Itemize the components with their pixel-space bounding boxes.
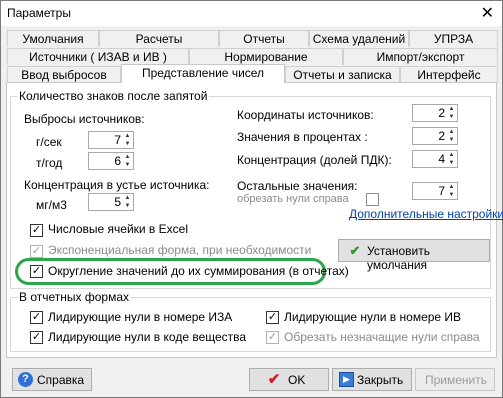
gsec-label: г/сек: [36, 135, 62, 149]
tab-defaults[interactable]: Умолчания: [7, 30, 99, 47]
exit-icon: ▶: [339, 372, 354, 387]
set-defaults-label: Установить умолчания: [367, 244, 430, 272]
coords-value: 2: [438, 106, 445, 120]
exp-form-checkbox[interactable]: ✓: [30, 245, 43, 258]
lead-zeros-iv-label: Лидирующие нули в номере ИВ: [284, 310, 462, 324]
mgm3-value: 5: [114, 195, 121, 209]
tab-regulation[interactable]: Нормирование: [189, 48, 343, 65]
gsec-spinner[interactable]: 7 ▲ ▼: [88, 131, 134, 149]
percent-label: Значения в процентах :: [237, 130, 368, 144]
title-bar: Параметры ✕: [1, 1, 502, 26]
tab-number-display[interactable]: Представление чисел: [121, 64, 285, 83]
gsec-value: 7: [114, 133, 121, 147]
pdk-label: Концентрация (долей ПДК):: [237, 153, 392, 167]
trim-insignificant-checkbox[interactable]: ✓: [266, 331, 279, 344]
set-defaults-button[interactable]: ✔ Установить умолчания: [338, 239, 490, 272]
tab-import-export[interactable]: Импорт/экспорт: [343, 48, 498, 65]
rounding-label: Округление значений до их суммирования (…: [48, 264, 349, 278]
lead-zeros-iza-label: Лидирующие нули в номере ИЗА: [48, 310, 233, 324]
window-title: Параметры: [7, 6, 71, 20]
tab-distance-scheme[interactable]: Схема удалений: [309, 30, 409, 47]
exp-form-label: Экспоненциальная форма, при необходимост…: [48, 243, 312, 257]
tyear-value: 6: [114, 154, 121, 168]
other-values-spinner[interactable]: 7 ▲ ▼: [412, 182, 458, 200]
lead-zeros-iza-checkbox[interactable]: ✓: [30, 311, 43, 324]
check-icon: ✔: [349, 243, 361, 258]
help-button[interactable]: ? Справка: [12, 368, 92, 391]
percent-spinner[interactable]: 2 ▲ ▼: [412, 127, 458, 145]
tab-reports[interactable]: Отчеты: [219, 30, 309, 47]
spinner-arrows-icon[interactable]: ▲ ▼: [123, 153, 132, 169]
spinner-arrows-icon[interactable]: ▲ ▼: [123, 194, 132, 210]
other-values-label: Остальные значения:: [237, 179, 358, 193]
emissions-label: Выбросы источников:: [24, 112, 145, 126]
tyear-spinner[interactable]: 6 ▲ ▼: [88, 152, 134, 170]
coords-label: Координаты источников:: [237, 108, 374, 122]
mgm3-spinner[interactable]: 5 ▲ ▼: [88, 193, 134, 211]
spinner-arrows-icon[interactable]: ▲ ▼: [123, 132, 132, 148]
help-label: Справка: [37, 373, 85, 387]
other-values-value: 7: [438, 184, 445, 198]
tab-interface[interactable]: Интерфейс: [400, 66, 498, 83]
tab-calculations[interactable]: Расчеты: [99, 30, 219, 47]
spinner-arrows-icon[interactable]: ▲ ▼: [447, 128, 456, 144]
ok-button[interactable]: ✔ OK: [249, 368, 329, 391]
check-icon: ✔: [267, 371, 281, 388]
coords-spinner[interactable]: 2 ▲ ▼: [412, 104, 458, 122]
spinner-arrows-icon[interactable]: ▲ ▼: [447, 105, 456, 121]
excel-label: Числовые ячейки в Excel: [48, 222, 188, 236]
percent-value: 2: [438, 129, 445, 143]
apply-label: Применить: [425, 373, 488, 387]
excel-checkbox[interactable]: ✓: [30, 224, 43, 237]
help-icon: ?: [18, 372, 33, 387]
lead-zeros-code-label: Лидирующие нули в коде вещества: [48, 330, 247, 344]
close-icon[interactable]: ✕: [481, 3, 494, 23]
trim-zeros-label: обрезать нули справа: [237, 193, 349, 205]
pdk-value: 4: [438, 152, 445, 166]
tab-reports-note[interactable]: Отчеты и записка: [285, 66, 400, 83]
rounding-checkbox[interactable]: ✓: [30, 265, 43, 278]
tab-uprza[interactable]: УПРЗА: [409, 30, 498, 47]
close-label: Закрыть: [357, 373, 404, 387]
lead-zeros-iv-checkbox[interactable]: ✓: [266, 311, 279, 324]
concentration-label: Концентрация в устье источника:: [24, 178, 210, 192]
reports-group-title: В отчетных формах: [17, 290, 131, 304]
apply-button[interactable]: Применить: [415, 368, 495, 391]
close-button[interactable]: ▶ Закрыть: [332, 368, 412, 391]
spinner-arrows-icon[interactable]: ▲ ▼: [447, 183, 456, 199]
pdk-spinner[interactable]: 4 ▲ ▼: [412, 150, 458, 168]
trim-zeros-checkbox[interactable]: [366, 193, 379, 206]
decimals-group-title: Количество знаков после запятой: [17, 89, 210, 103]
spinner-arrows-icon[interactable]: ▲ ▼: [447, 151, 456, 167]
tab-sources[interactable]: Источники ( ИЗАВ и ИВ ): [7, 48, 189, 65]
extra-settings-link[interactable]: Дополнительные настройки: [349, 207, 503, 221]
mgm3-label: мг/м3: [36, 198, 67, 212]
ok-label: OK: [288, 373, 306, 387]
tyear-label: т/год: [36, 156, 63, 170]
trim-insignificant-label: Обрезать незначащие нули справа: [284, 330, 480, 344]
lead-zeros-code-checkbox[interactable]: ✓: [30, 331, 43, 344]
tab-emission-input[interactable]: Ввод выбросов: [7, 66, 121, 83]
